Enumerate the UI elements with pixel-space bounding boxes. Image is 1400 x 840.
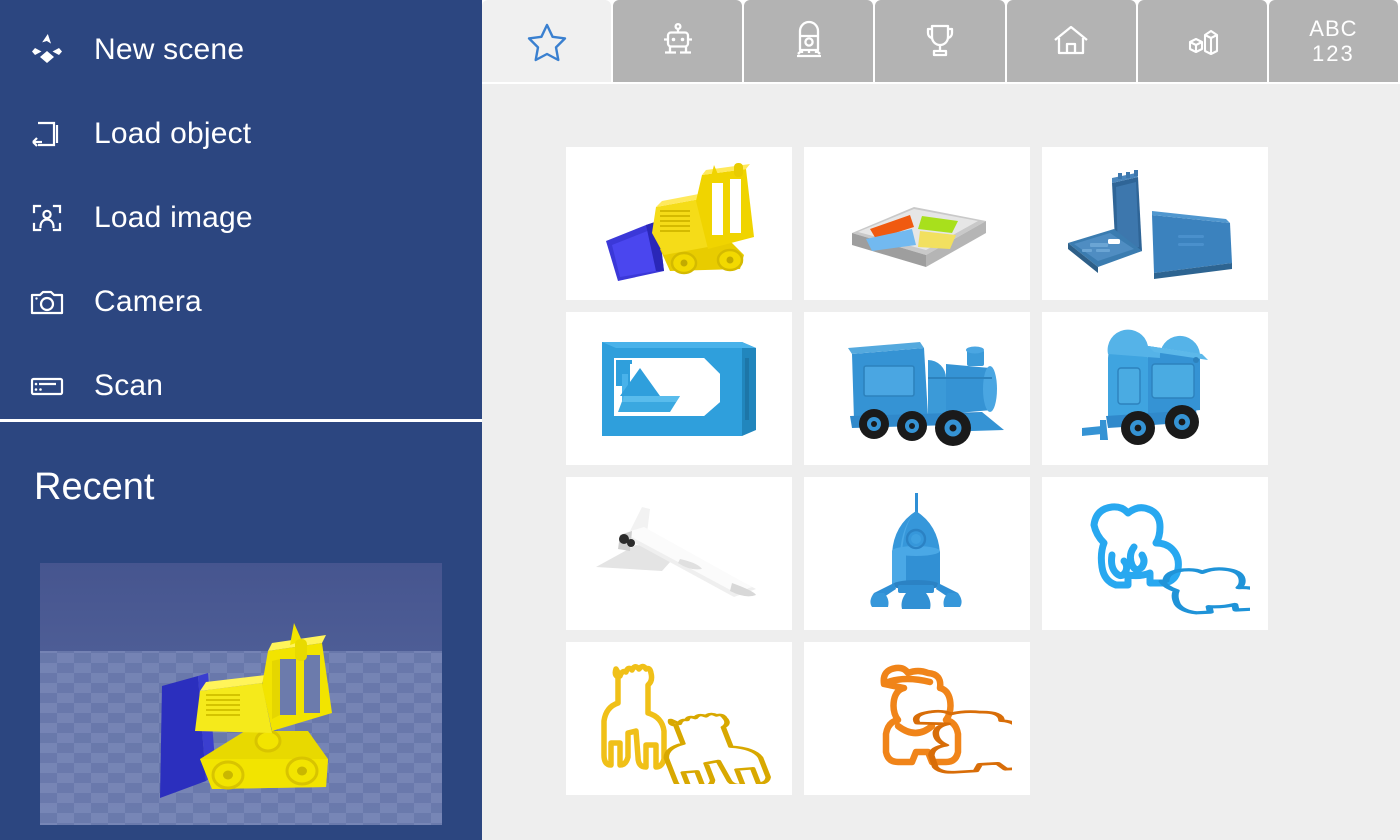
sidebar-item-load-image[interactable]: Load image: [0, 176, 482, 260]
sidebar-item-load-object[interactable]: Load object: [0, 92, 482, 176]
tab-trophies[interactable]: [875, 0, 1005, 82]
star-icon: [524, 18, 570, 64]
tab-home[interactable]: [1006, 0, 1136, 82]
sidebar-item-label: Camera: [94, 285, 202, 318]
trophy-icon: [917, 18, 963, 64]
new-scene-icon: [24, 27, 70, 73]
gallery-item-elephant-cutter[interactable]: [1042, 477, 1268, 630]
sidebar-item-label: Load object: [94, 117, 252, 150]
tab-shapes[interactable]: [1137, 0, 1267, 82]
recent-scene-thumbnail[interactable]: [40, 563, 442, 825]
sidebar-item-scan[interactable]: Scan: [0, 344, 482, 428]
house-icon: [1048, 18, 1094, 64]
recent-section-title: Recent: [34, 466, 155, 508]
gallery-item-giraffe-cutter[interactable]: [566, 642, 792, 795]
sidebar-item-new-scene[interactable]: New scene: [0, 8, 482, 92]
gallery-item-hinged-case[interactable]: [1042, 147, 1268, 300]
tab-text[interactable]: ABC 123: [1268, 0, 1398, 82]
load-object-icon: [24, 111, 70, 157]
tab-text-line1: ABC: [1309, 16, 1358, 41]
sidebar-item-camera[interactable]: Camera: [0, 260, 482, 344]
gallery-row: [566, 312, 1318, 465]
gallery-row: [566, 642, 1318, 795]
tab-robots[interactable]: [613, 0, 743, 82]
gallery-item-rocket[interactable]: [804, 477, 1030, 630]
tab-text-line2: 123: [1312, 41, 1355, 66]
tab-trains[interactable]: [744, 0, 874, 82]
category-tabbar: ABC 123: [482, 0, 1400, 84]
sidebar-nav: New scene Load object Load image Camera …: [0, 0, 482, 428]
gallery-row: [566, 147, 1318, 300]
sidebar-item-label: New scene: [94, 33, 245, 66]
gallery-item-bulldozer[interactable]: [566, 147, 792, 300]
app-window: New scene Load object Load image Camera …: [0, 0, 1400, 840]
gallery-item-empty-slot: [1042, 642, 1268, 795]
sidebar-item-label: Load image: [94, 201, 253, 234]
gallery-item-train-wagon[interactable]: [1042, 312, 1268, 465]
gallery-row: [566, 477, 1318, 630]
gallery-item-space-shuttle[interactable]: [566, 477, 792, 630]
robot-icon: [655, 18, 701, 64]
camera-icon: [24, 279, 70, 325]
sidebar: New scene Load object Load image Camera …: [0, 0, 482, 840]
tab-favorites[interactable]: [482, 0, 612, 82]
model-gallery-grid: [566, 147, 1318, 807]
load-image-icon: [24, 195, 70, 241]
gallery-item-ship-in-bottle[interactable]: [566, 312, 792, 465]
shapes-icon: [1179, 18, 1225, 64]
sidebar-item-label: Scan: [94, 369, 164, 402]
scan-icon: [24, 363, 70, 409]
sidebar-divider: [0, 419, 482, 422]
text-icon: ABC 123: [1309, 16, 1357, 66]
main-content: ABC 123: [482, 0, 1400, 840]
gallery-item-locomotive[interactable]: [804, 312, 1030, 465]
train-icon: [786, 18, 832, 64]
gallery-item-logo-tray[interactable]: [804, 147, 1030, 300]
gallery-item-bear-cutter[interactable]: [804, 642, 1030, 795]
